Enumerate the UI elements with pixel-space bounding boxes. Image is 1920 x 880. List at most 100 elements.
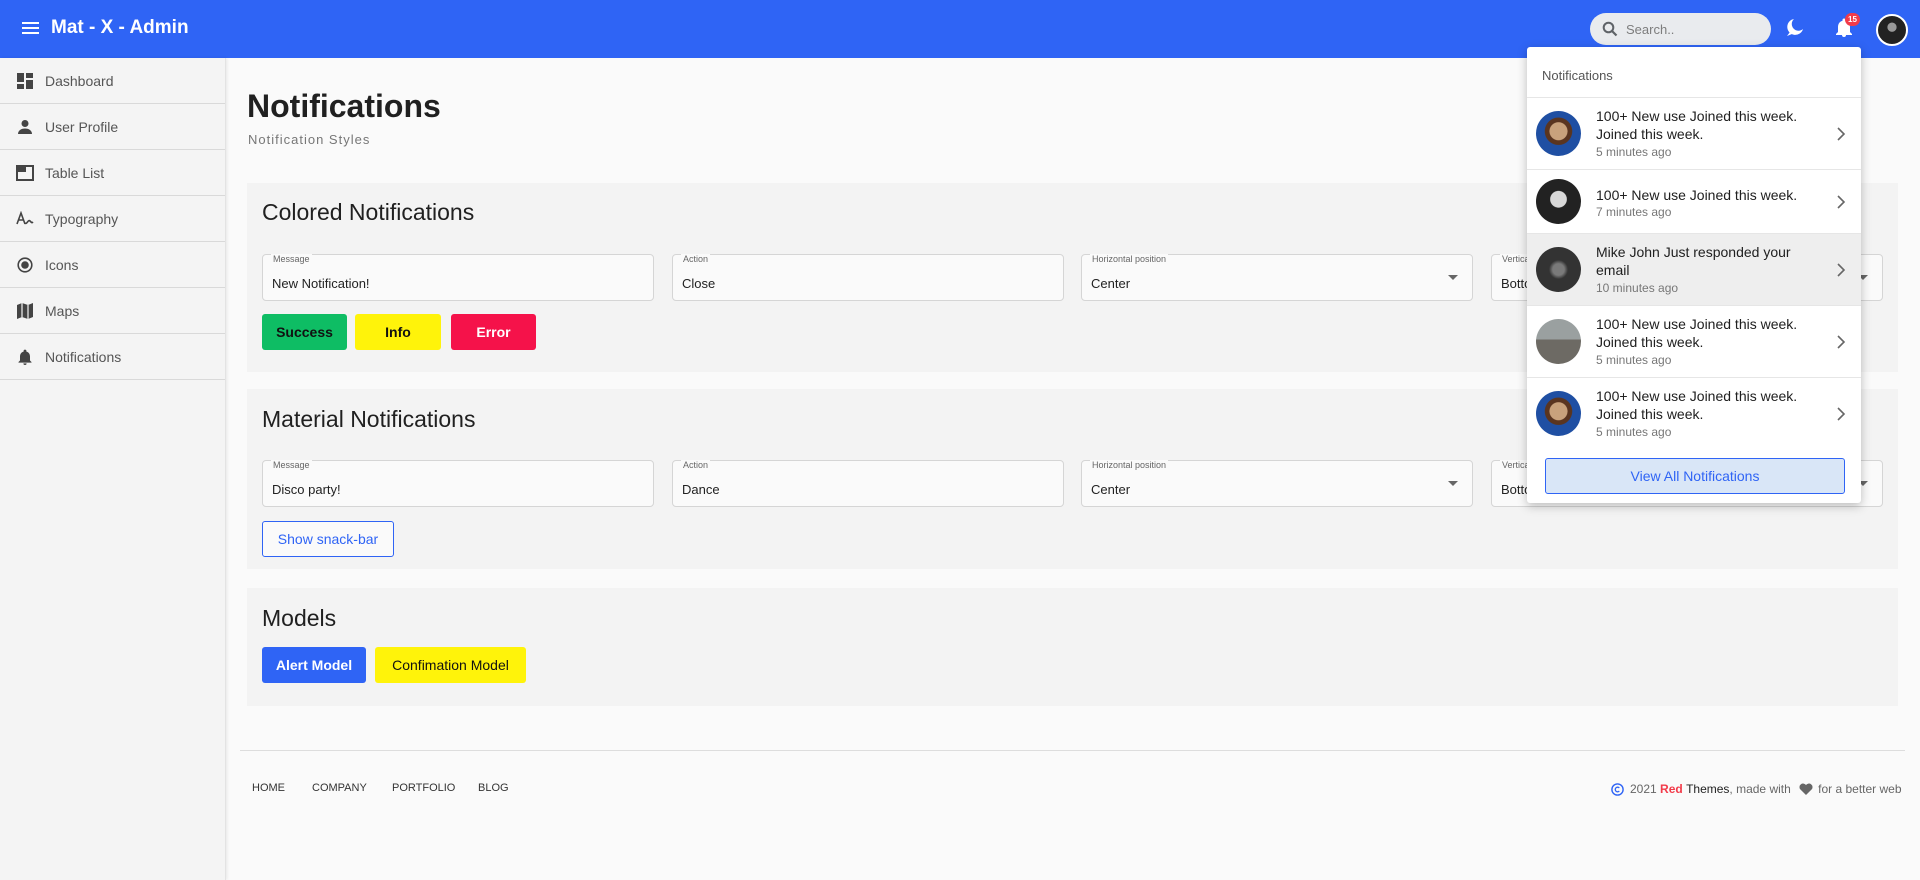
sidebar-item-user-profile[interactable]: User Profile (0, 104, 225, 150)
notifications-dropdown: Notifications 100+ New use Joined this w… (1527, 47, 1861, 503)
map-icon (16, 302, 34, 320)
horizontal-position-select[interactable]: Horizontal position Center (1081, 254, 1473, 301)
brand-red[interactable]: Red (1660, 782, 1683, 796)
horizontal-position-select[interactable]: Horizontal position Center (1081, 460, 1473, 507)
field-value: Center (1091, 276, 1131, 291)
notification-text: 100+ New use Joined this week. Joined th… (1596, 108, 1798, 142)
notification-time: 5 minutes ago (1596, 353, 1672, 367)
footer-link-home[interactable]: HOME (252, 782, 285, 794)
message-field[interactable]: Message Disco party! (262, 460, 654, 507)
notification-text: Mike John Just responded your email (1596, 244, 1791, 278)
field-label: Message (271, 254, 312, 264)
show-snackbar-button[interactable]: Show snack-bar (262, 521, 394, 557)
search-icon (1602, 21, 1618, 37)
field-label: Horizontal position (1090, 460, 1169, 470)
notification-time: 5 minutes ago (1596, 425, 1672, 439)
message-field[interactable]: Message New Notification! (262, 254, 654, 301)
app-brand[interactable]: Mat - X - Admin (51, 17, 189, 39)
theme-toggle-icon[interactable] (1784, 16, 1808, 40)
person-icon (16, 118, 34, 136)
search-box[interactable] (1590, 13, 1771, 45)
brand-themes[interactable]: Themes (1686, 782, 1729, 796)
dashboard-icon (16, 72, 34, 90)
heart-icon (1799, 783, 1813, 795)
field-value: Dance (682, 482, 720, 497)
info-button[interactable]: Info (355, 314, 441, 350)
menu-icon[interactable] (22, 19, 42, 39)
bell-icon (16, 348, 34, 366)
sidebar-item-maps[interactable]: Maps (0, 288, 225, 334)
notification-time: 5 minutes ago (1596, 145, 1672, 159)
copyright: 2021 Red Themes, made with for a better … (1611, 782, 1902, 796)
sidebar-item-table-list[interactable]: Table List (0, 150, 225, 196)
notification-time: 7 minutes ago (1596, 205, 1672, 219)
sidebar-item-label: Maps (45, 302, 80, 319)
field-value: Close (682, 276, 716, 291)
sidebar: Dashboard User Profile Table List Typogr… (0, 58, 226, 880)
search-input[interactable] (1626, 21, 1766, 37)
success-button[interactable]: Success (262, 314, 347, 350)
dropdown-title: Notifications (1542, 68, 1613, 83)
section-heading: Material Notifications (262, 406, 476, 432)
sidebar-item-notifications[interactable]: Notifications (0, 334, 225, 380)
footer-divider (240, 750, 1905, 751)
radio-icon (16, 256, 34, 274)
notification-text: 100+ New use Joined this week. (1596, 187, 1798, 203)
chevron-down-icon (1448, 275, 1458, 280)
models-card: Models Alert Model Confimation Model (247, 588, 1898, 706)
notification-text: 100+ New use Joined this week. Joined th… (1596, 316, 1798, 350)
action-field[interactable]: Action Dance (672, 460, 1064, 507)
notification-item[interactable]: 100+ New use Joined this week. 7 minutes… (1527, 169, 1861, 233)
sidebar-item-label: Icons (45, 256, 79, 273)
sidebar-item-label: Dashboard (45, 72, 114, 89)
section-heading: Models (262, 605, 337, 631)
chevron-down-icon (1448, 481, 1458, 486)
page-subtitle: Notification Styles (248, 132, 371, 147)
field-value: Disco party! (272, 482, 341, 497)
notification-count-badge: 15 (1845, 13, 1860, 26)
avatar (1536, 247, 1581, 292)
field-label: Message (271, 460, 312, 470)
page-title: Notifications (247, 88, 441, 124)
chevron-right-icon (1837, 263, 1846, 277)
view-all-notifications-button[interactable]: View All Notifications (1545, 458, 1845, 494)
sidebar-item-label: Notifications (45, 348, 122, 365)
avatar (1536, 111, 1581, 156)
notification-text: 100+ New use Joined this week. Joined th… (1596, 388, 1798, 422)
chevron-right-icon (1837, 335, 1846, 349)
chevron-right-icon (1837, 127, 1846, 141)
typography-icon (16, 210, 34, 228)
field-value: Center (1091, 482, 1131, 497)
copyright-icon (1611, 782, 1624, 796)
user-avatar[interactable] (1876, 14, 1908, 46)
avatar (1536, 179, 1581, 224)
sidebar-item-label: Typography (45, 210, 119, 227)
table-icon (16, 164, 34, 182)
notification-item[interactable]: Mike John Just responded your email 10 m… (1527, 233, 1861, 305)
footer-link-portfolio[interactable]: PORTFOLIO (392, 782, 455, 794)
notification-item[interactable]: 100+ New use Joined this week. Joined th… (1527, 97, 1861, 169)
sidebar-item-icons[interactable]: Icons (0, 242, 225, 288)
field-label: Action (681, 460, 711, 470)
chevron-right-icon (1837, 195, 1846, 209)
notification-time: 10 minutes ago (1596, 281, 1679, 295)
sidebar-item-label: Table List (45, 164, 105, 181)
made-with-text: , made with (1729, 782, 1791, 796)
notification-item[interactable]: 100+ New use Joined this week. Joined th… (1527, 377, 1861, 449)
sidebar-item-dashboard[interactable]: Dashboard (0, 58, 225, 104)
sidebar-item-typography[interactable]: Typography (0, 196, 225, 242)
field-label: Horizontal position (1090, 254, 1169, 264)
action-field[interactable]: Action Close (672, 254, 1064, 301)
notification-item[interactable]: 100+ New use Joined this week. Joined th… (1527, 305, 1861, 377)
error-button[interactable]: Error (451, 314, 536, 350)
avatar (1536, 391, 1581, 436)
footer-link-blog[interactable]: BLOG (478, 782, 509, 794)
tagline-text: for a better web (1818, 782, 1902, 796)
field-label: Action (681, 254, 711, 264)
avatar (1536, 319, 1581, 364)
footer-link-company[interactable]: COMPANY (312, 782, 367, 794)
field-value: New Notification! (272, 276, 370, 291)
confirmation-model-button[interactable]: Confimation Model (375, 647, 526, 683)
alert-model-button[interactable]: Alert Model (262, 647, 366, 683)
section-heading: Colored Notifications (262, 199, 475, 225)
